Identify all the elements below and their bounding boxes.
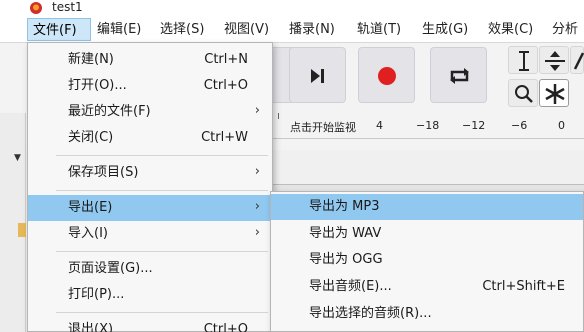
recording-meter[interactable]: 点击开始监视 4 −18 −12 −6 0 — [270, 113, 584, 139]
file-menu-import[interactable]: 导入(I) › — [28, 221, 272, 247]
menu-effect[interactable]: 效果(C) — [488, 18, 533, 41]
submenu-arrow-icon: › — [254, 225, 260, 240]
meter-tick-label: 0 — [558, 119, 565, 132]
zoom-tool-icon — [515, 85, 533, 103]
file-menu-save-project[interactable]: 保存项目(S) › — [28, 160, 272, 186]
loop-button[interactable] — [430, 47, 487, 103]
monitor-label[interactable]: 点击开始监视 — [290, 119, 356, 135]
file-menu: 新建(N) Ctrl+N 打开(O)... Ctrl+O 最近的文件(F) › … — [27, 42, 273, 332]
menu-separator — [56, 155, 268, 156]
selection-tool[interactable] — [508, 46, 538, 74]
file-menu-recent[interactable]: 最近的文件(F) › — [28, 99, 272, 125]
export-submenu: 导出为 MP3 导出为 WAV 导出为 OGG 导出音频(E)... Ctrl+… — [270, 191, 584, 332]
menu-tracks[interactable]: 轨道(T) — [357, 18, 401, 41]
record-button[interactable] — [358, 47, 415, 103]
zoom-tool[interactable] — [508, 79, 538, 107]
menu-edit[interactable]: 编辑(E) — [97, 18, 141, 41]
file-menu-exit[interactable]: 退出(X) Ctrl+Q — [28, 317, 272, 332]
meter-tick-label: −12 — [462, 119, 486, 132]
file-menu-close[interactable]: 关闭(C) Ctrl+W — [28, 125, 272, 151]
selection-tool-icon — [519, 51, 529, 71]
menu-separator — [56, 190, 268, 191]
skip-to-end-button[interactable] — [289, 47, 346, 103]
draw-tool-icon — [573, 52, 584, 70]
file-menu-print[interactable]: 打印(P)... — [28, 282, 272, 308]
file-menu-page-setup[interactable]: 页面设置(G)... — [28, 256, 272, 282]
submenu-arrow-icon: › — [254, 199, 260, 214]
meter-tick-label: −18 — [416, 119, 440, 132]
meter-tick-label: −6 — [511, 119, 528, 132]
window-title: test1 — [52, 0, 83, 14]
loop-icon — [450, 68, 469, 84]
menu-separator — [56, 251, 268, 252]
record-icon — [378, 67, 396, 85]
export-mp3[interactable]: 导出为 MP3 — [271, 194, 583, 220]
menu-generate[interactable]: 生成(G) — [422, 18, 468, 41]
export-selected-audio[interactable]: 导出选择的音频(R)... — [271, 301, 583, 327]
menu-bar: 文件(F) 编辑(E) 选择(S) 视图(V) 播录(N) 轨道(T) 生成(G… — [0, 16, 584, 43]
file-menu-open[interactable]: 打开(O)... Ctrl+O — [28, 73, 272, 99]
multi-tool-icon — [545, 84, 565, 104]
meter-tick-label: 4 — [376, 119, 383, 132]
menu-separator — [56, 312, 268, 313]
menu-view[interactable]: 视图(V) — [224, 18, 269, 41]
export-audio[interactable]: 导出音频(E)... Ctrl+Shift+E — [271, 274, 583, 300]
track-color-marker — [18, 223, 26, 237]
submenu-arrow-icon: › — [254, 164, 260, 179]
file-menu-new[interactable]: 新建(N) Ctrl+N — [28, 47, 272, 73]
menu-file[interactable]: 文件(F) — [27, 18, 91, 41]
file-menu-export[interactable]: 导出(E) › — [28, 195, 272, 221]
menu-transport[interactable]: 播录(N) — [289, 18, 335, 41]
draw-tool[interactable] — [570, 46, 584, 74]
title-bar: test1 — [0, 0, 584, 16]
envelope-tool-icon — [545, 51, 565, 71]
collapse-caret-icon[interactable]: ▼ — [14, 153, 21, 163]
export-wav[interactable]: 导出为 WAV — [271, 221, 583, 247]
skip-to-end-icon — [311, 69, 324, 83]
menu-select[interactable]: 选择(S) — [160, 18, 204, 41]
submenu-arrow-icon: › — [254, 103, 260, 118]
export-ogg[interactable]: 导出为 OGG — [271, 247, 583, 273]
meter-tick — [278, 113, 279, 119]
multi-tool[interactable] — [539, 79, 569, 107]
envelope-tool[interactable] — [539, 46, 569, 74]
app-logo-icon — [30, 2, 42, 14]
menu-analyze[interactable]: 分析 — [552, 18, 578, 41]
